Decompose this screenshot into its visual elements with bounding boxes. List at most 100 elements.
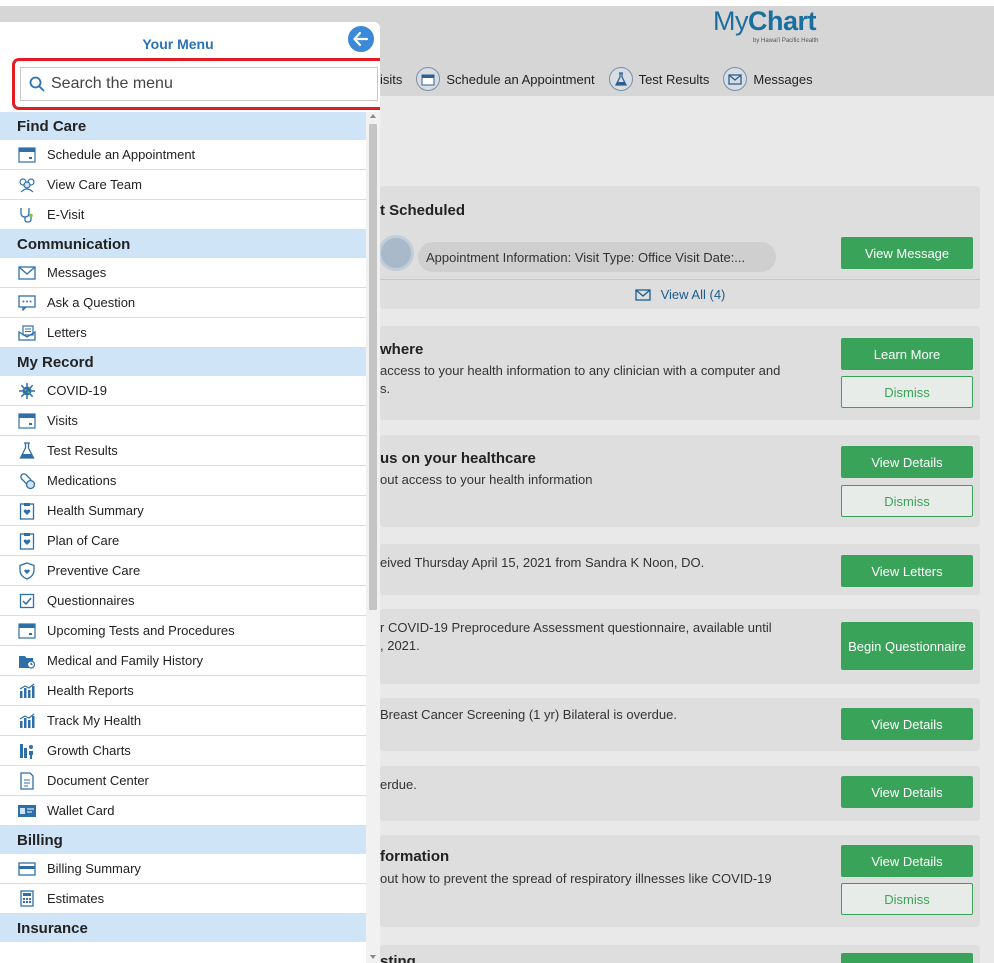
menu-item-label: Document Center xyxy=(47,773,149,788)
scroll-down-arrow[interactable] xyxy=(370,955,376,959)
view-details-button[interactable]: View Details xyxy=(841,708,973,740)
menu-item-view-care-team[interactable]: View Care Team xyxy=(0,170,366,200)
menu-item-covid-19[interactable]: COVID-19 xyxy=(0,376,366,406)
message-preview[interactable]: Appointment Information: Visit Type: Off… xyxy=(418,242,776,272)
mychart-logo[interactable]: MyChart by Hawai'i Pacific Health xyxy=(713,6,863,44)
section-find-care: Find Care xyxy=(0,112,366,140)
card-healthcare: us on your healthcare out access to your… xyxy=(380,435,980,527)
quicklink-messages[interactable]: Messages xyxy=(723,67,813,91)
card-text: r COVID-19 Preprocedure Assessment quest… xyxy=(380,620,772,653)
card-partial: sting xyxy=(380,945,980,963)
menu-item-label: Estimates xyxy=(47,891,105,906)
menu-list: Find Care Schedule an Appointment View C… xyxy=(0,112,366,942)
search-input[interactable] xyxy=(51,75,371,93)
shield-heart-icon xyxy=(17,561,37,580)
menu-item-label: Growth Charts xyxy=(47,743,131,758)
quicklink-schedule[interactable]: Schedule an Appointment xyxy=(416,67,595,91)
menu-item-letters[interactable]: Letters xyxy=(0,318,366,348)
view-all-link[interactable]: View All (4) xyxy=(380,279,980,309)
menu-item-billing-summary[interactable]: Billing Summary xyxy=(0,854,366,884)
stethoscope-icon xyxy=(17,206,37,224)
view-letters-button[interactable]: View Letters xyxy=(841,555,973,587)
menu-item-health-summary[interactable]: Health Summary xyxy=(0,496,366,526)
view-details-button[interactable]: View Details xyxy=(841,446,973,478)
menu-item-label: Letters xyxy=(47,325,87,340)
section-insurance: Insurance xyxy=(0,914,366,942)
menu-item-label: Schedule an Appointment xyxy=(47,147,196,162)
card-text: out access to your health information xyxy=(380,472,593,487)
menu-item-label: Ask a Question xyxy=(47,295,136,310)
logo-light: My xyxy=(713,6,749,36)
menu-item-questionnaires[interactable]: Questionnaires xyxy=(0,586,366,616)
envelope-icon xyxy=(17,264,37,282)
card-text: out how to prevent the spread of respira… xyxy=(380,871,772,886)
menu-item-label: Questionnaires xyxy=(47,593,135,608)
menu-item-e-visit[interactable]: E-Visit xyxy=(0,200,366,230)
menu-item-document-center[interactable]: Document Center xyxy=(0,766,366,796)
virus-icon xyxy=(17,382,37,400)
view-details-button[interactable]: View Details xyxy=(841,845,973,877)
card-title: us on your healthcare xyxy=(380,450,536,467)
partial-button[interactable] xyxy=(841,953,973,963)
growth-chart-icon xyxy=(17,742,37,760)
dismiss-button[interactable]: Dismiss xyxy=(841,376,973,408)
menu-title: Your Menu xyxy=(142,36,214,52)
card-screening: Breast Cancer Screening (1 yr) Bilateral… xyxy=(380,698,980,751)
menu-item-estimates[interactable]: Estimates xyxy=(0,884,366,914)
card-title: t Scheduled xyxy=(380,202,466,219)
scroll-thumb[interactable] xyxy=(369,124,377,610)
menu-item-label: Plan of Care xyxy=(47,533,120,548)
menu-item-upcoming-tests[interactable]: Upcoming Tests and Procedures xyxy=(0,616,366,646)
card-text: eived Thursday April 15, 2021 from Sandr… xyxy=(380,555,705,570)
flask-icon xyxy=(608,67,633,91)
learn-more-button[interactable]: Learn More xyxy=(841,338,973,370)
dismiss-button[interactable]: Dismiss xyxy=(841,883,973,915)
quicklink-visits[interactable]: isits xyxy=(380,72,402,87)
search-field[interactable] xyxy=(20,67,378,101)
arrow-left-icon xyxy=(353,31,369,47)
menu-item-visits[interactable]: Visits xyxy=(0,406,366,436)
scroll-up-arrow[interactable] xyxy=(370,114,376,118)
menu-item-label: E-Visit xyxy=(47,207,85,222)
quicklink-test-results[interactable]: Test Results xyxy=(608,67,709,91)
menu-item-plan-of-care[interactable]: Plan of Care xyxy=(0,526,366,556)
menu-item-schedule-appointment[interactable]: Schedule an Appointment xyxy=(0,140,366,170)
envelope-icon xyxy=(634,288,651,301)
close-menu-button[interactable] xyxy=(346,24,376,54)
view-all-label: View All (4) xyxy=(660,287,726,302)
card-information: formation out how to prevent the spread … xyxy=(380,835,980,927)
menu-item-test-results[interactable]: Test Results xyxy=(0,436,366,466)
menu-item-preventive-care[interactable]: Preventive Care xyxy=(0,556,366,586)
view-message-button[interactable]: View Message xyxy=(841,237,973,269)
letter-icon xyxy=(17,324,37,342)
view-details-button[interactable]: View Details xyxy=(841,776,973,808)
begin-questionnaire-button[interactable]: Begin Questionnaire xyxy=(841,622,973,670)
clipboard-heart-icon xyxy=(17,502,37,520)
menu-item-label: Upcoming Tests and Procedures xyxy=(47,623,235,638)
quicklink-label: isits xyxy=(380,71,403,87)
avatar xyxy=(378,235,414,271)
menu-item-wallet-card[interactable]: Wallet Card xyxy=(0,796,366,826)
clipboard-heart-icon xyxy=(17,532,37,550)
menu-item-medical-family-history[interactable]: Medical and Family History xyxy=(0,646,366,676)
flask-icon xyxy=(17,442,37,460)
menu-item-messages[interactable]: Messages xyxy=(0,258,366,288)
side-menu: Your Menu Find Care Schedule an Appointm… xyxy=(0,22,380,963)
menu-scrollbar[interactable] xyxy=(366,112,380,963)
menu-item-health-reports[interactable]: Health Reports xyxy=(0,676,366,706)
dismiss-button[interactable]: Dismiss xyxy=(841,485,973,517)
menu-item-medications[interactable]: Medications xyxy=(0,466,366,496)
quicklink-label: Messages xyxy=(753,71,813,87)
card-letters: eived Thursday April 15, 2021 from Sandr… xyxy=(380,544,980,595)
menu-item-label: COVID-19 xyxy=(47,383,107,398)
search-icon xyxy=(29,76,45,92)
section-billing: Billing xyxy=(0,826,366,854)
calendar-icon xyxy=(416,67,441,91)
menu-item-label: Medical and Family History xyxy=(47,653,204,668)
card-title: sting xyxy=(380,953,416,963)
card-text: access to your health information to any… xyxy=(380,363,781,396)
menu-item-track-my-health[interactable]: Track My Health xyxy=(0,706,366,736)
menu-item-ask-question[interactable]: Ask a Question xyxy=(0,288,366,318)
menu-item-growth-charts[interactable]: Growth Charts xyxy=(0,736,366,766)
card-title: where xyxy=(380,341,424,358)
